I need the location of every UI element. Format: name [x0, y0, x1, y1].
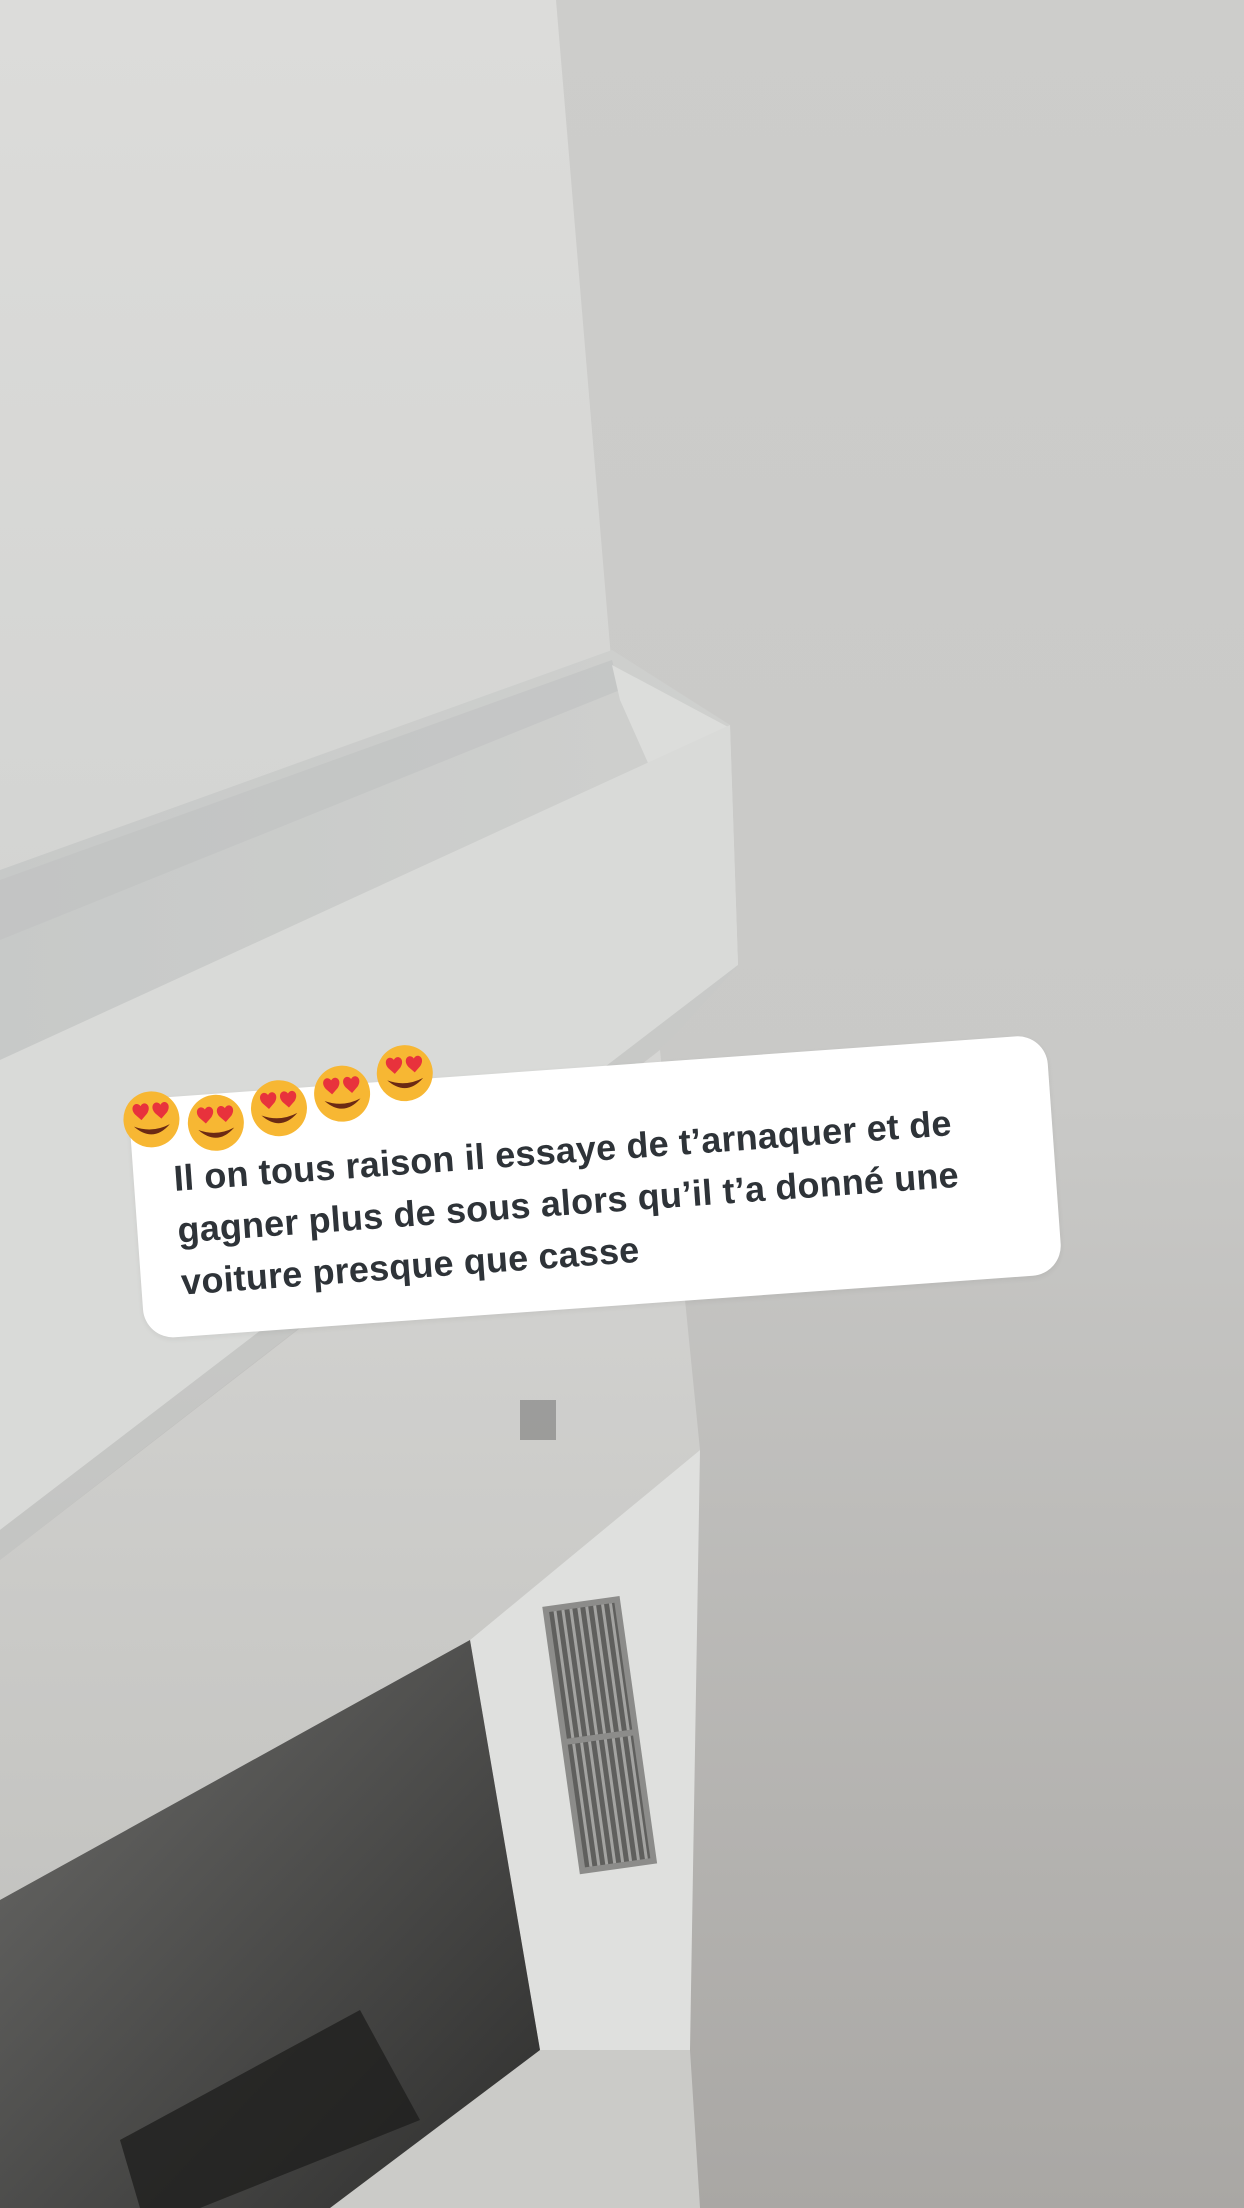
- heart-eyes-emoji-icon: [376, 1045, 433, 1102]
- heart-eyes-emoji-icon: [314, 1065, 371, 1122]
- story-screen: Il on tous raison il essaye de t’arnaque…: [0, 0, 1244, 2208]
- heart-eyes-emoji-icon: [250, 1080, 307, 1137]
- heart-eyes-emoji-icon: [187, 1094, 244, 1151]
- reply-header: [119, 1045, 439, 1154]
- heart-eyes-emoji-icon: [123, 1091, 180, 1148]
